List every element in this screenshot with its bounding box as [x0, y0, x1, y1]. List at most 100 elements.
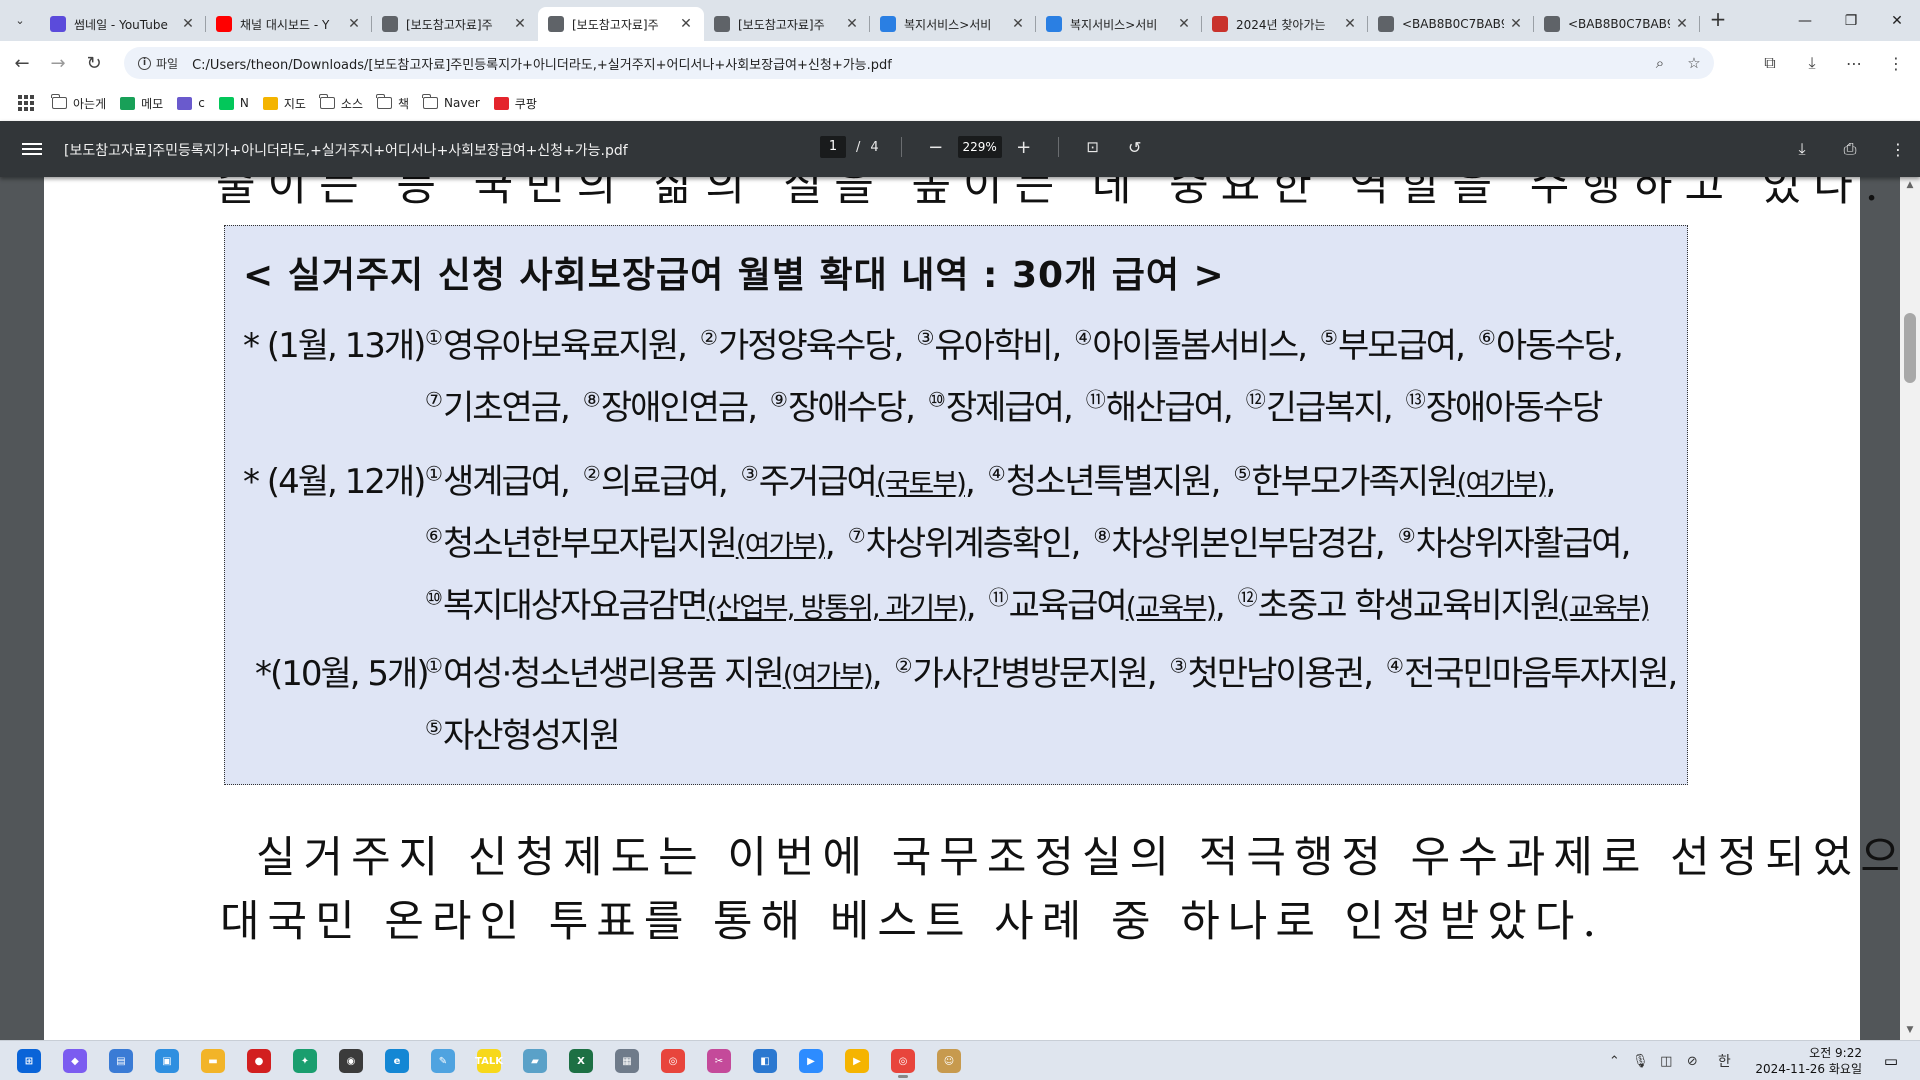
taskbar-app[interactable]: ✦ [282, 1043, 328, 1079]
site-info-chip[interactable]: i 파일 [130, 51, 186, 75]
tab-search-icon[interactable]: ⌄ [8, 8, 32, 32]
taskbar-app[interactable]: ◎ [880, 1043, 926, 1079]
bookmark-item[interactable]: N [218, 90, 249, 116]
bookmark-item[interactable]: 소스 [319, 90, 363, 116]
restore-icon[interactable]: ❐ [1828, 0, 1874, 41]
taskbar-app[interactable]: ▤ [98, 1043, 144, 1079]
mute-icon[interactable]: ⊘ [1681, 1050, 1703, 1072]
item-number: ① [425, 461, 443, 486]
pdf-print-icon[interactable]: ⎙ [1838, 137, 1862, 161]
taskbar-app[interactable]: TALK [466, 1043, 512, 1079]
bookmark-item[interactable]: 쿠팡 [493, 90, 537, 116]
taskbar-app[interactable]: ◎ [650, 1043, 696, 1079]
chrome-menu-icon[interactable]: ⋮ [1882, 49, 1910, 77]
app-tray-icon[interactable]: ◫ [1655, 1050, 1677, 1072]
taskbar-app[interactable]: ✂ [696, 1043, 742, 1079]
browser-tab[interactable]: 2024년 찾아가는 ✕ [1202, 7, 1368, 41]
browser-tab[interactable]: 채널 대시보드 - Y ✕ [206, 7, 372, 41]
taskbar-app[interactable]: ▶ [834, 1043, 880, 1079]
clock[interactable]: 오전 9:22 2024-11-26 화요일 [1755, 1045, 1862, 1077]
taskbar-app[interactable]: ● [236, 1043, 282, 1079]
tab-close-icon[interactable]: ✕ [1342, 16, 1358, 32]
browser-tab[interactable]: 썸네일 - YouTube ✕ [40, 7, 206, 41]
pdf-more-icon[interactable]: ⋮ [1886, 137, 1910, 161]
benefit-item: ⑩장제급여, [928, 388, 1074, 428]
bookmark-item[interactable]: 지도 [262, 90, 306, 116]
close-window-icon[interactable]: ✕ [1874, 0, 1920, 41]
bookmark-star-icon[interactable]: ☆ [1682, 51, 1706, 75]
tab-close-icon[interactable]: ✕ [180, 16, 196, 32]
profile-icon[interactable]: ⋯ [1840, 49, 1868, 77]
apps-grid-icon[interactable] [18, 95, 34, 111]
bookmark-item[interactable]: 메모 [120, 90, 163, 116]
bookmark-item[interactable]: c [177, 90, 205, 116]
taskbar-app[interactable]: ✎ [420, 1043, 466, 1079]
tab-close-icon[interactable]: ✕ [1010, 16, 1026, 32]
bookmark-item[interactable]: 아는게 [51, 90, 106, 116]
taskbar-app[interactable]: ▦ [604, 1043, 650, 1079]
zoom-in-icon[interactable]: + [1012, 135, 1036, 159]
address-bar[interactable]: i 파일 C:/Users/theon/Downloads/[보도참고자료]주민… [124, 47, 1714, 79]
taskbar-app[interactable]: ◆ [52, 1043, 98, 1079]
april-label: * (4월, 12개) [243, 462, 426, 502]
pdf-scrollbar[interactable]: ▲ ▼ [1900, 177, 1920, 1040]
tab-close-icon[interactable]: ✕ [1674, 16, 1690, 32]
benefit-item: ⑤부모급여, [1320, 326, 1466, 366]
taskbar-app[interactable]: X [558, 1043, 604, 1079]
taskbar-app[interactable]: ◉ [328, 1043, 374, 1079]
fit-to-page-icon[interactable]: ⊡ [1081, 135, 1105, 159]
browser-tab[interactable]: [보도참고자료]주 ✕ [372, 7, 538, 41]
scroll-down-icon[interactable]: ▼ [1904, 1025, 1916, 1037]
page-number-input[interactable]: 1 [820, 136, 846, 158]
zoom-magnifier-icon[interactable]: ⌕ [1648, 51, 1672, 75]
scroll-up-icon[interactable]: ▲ [1904, 180, 1916, 192]
minimize-icon[interactable]: — [1782, 0, 1828, 41]
pdf-viewport[interactable]: 줄이는 등 국민의 삶의 질을 높이는 데 중요한 역할을 수행하고 있다. <… [0, 177, 1920, 1040]
tab-close-icon[interactable]: ✕ [512, 16, 528, 32]
url-text[interactable]: C:/Users/theon/Downloads/[보도참고자료]주민등록지가+… [192, 54, 892, 73]
taskbar-app[interactable]: ▣ [144, 1043, 190, 1079]
scrollbar-thumb[interactable] [1904, 313, 1916, 383]
browser-tab[interactable]: [보도참고자료]주 ✕ [538, 7, 704, 41]
january-label: * (1월, 13개) [243, 326, 426, 366]
tab-close-icon[interactable]: ✕ [346, 16, 362, 32]
taskbar-app[interactable]: ▰ [512, 1043, 558, 1079]
tab-title: 복지서비스>서비 [904, 17, 992, 32]
download-icon[interactable]: ⤓ [1798, 49, 1826, 77]
browser-tab[interactable]: 복지서비스>서비 ✕ [870, 7, 1036, 41]
taskbar-app[interactable]: e [374, 1043, 420, 1079]
browser-tab[interactable]: 복지서비스>서비 ✕ [1036, 7, 1202, 41]
bookmark-item[interactable]: Naver [422, 90, 480, 116]
zoom-level-input[interactable]: 229% [957, 136, 1002, 158]
tray-overflow-icon[interactable]: ⌃ [1603, 1050, 1625, 1072]
reload-icon[interactable]: ↻ [80, 49, 108, 77]
zoom-out-icon[interactable]: − [924, 135, 948, 159]
bookmark-item[interactable]: 책 [376, 90, 409, 116]
taskbar-app[interactable]: ▶ [788, 1043, 834, 1079]
forward-icon[interactable]: → [44, 49, 72, 77]
tab-list: 썸네일 - YouTube ✕ 채널 대시보드 - Y ✕ [보도참고자료]주 ✕ [보도참… [40, 4, 1700, 41]
item-name: 한부모가족지원 [1251, 462, 1458, 502]
taskbar-app[interactable]: ▬ [190, 1043, 236, 1079]
browser-tab[interactable]: [보도참고자료]주 ✕ [704, 7, 870, 41]
tab-close-icon[interactable]: ✕ [1508, 16, 1524, 32]
extensions-icon[interactable]: ⧉ [1756, 49, 1784, 77]
pdf-download-icon[interactable]: ⤓ [1790, 137, 1814, 161]
tab-close-icon[interactable]: ✕ [844, 16, 860, 32]
taskbar-app[interactable]: ⊞ [6, 1043, 52, 1079]
taskbar-app[interactable]: ◧ [742, 1043, 788, 1079]
windows-start-icon: ⊞ [17, 1049, 41, 1073]
rotate-icon[interactable]: ↺ [1123, 135, 1147, 159]
microphone-icon[interactable]: 🎙 [1629, 1050, 1651, 1072]
benefit-item: ②가사간병방문지원, [895, 654, 1158, 694]
back-icon[interactable]: ← [8, 49, 36, 77]
taskbar-app[interactable]: ☺ [926, 1043, 972, 1079]
pdf-sidebar-menu-icon[interactable] [20, 137, 44, 161]
browser-tab[interactable]: <BAB8B0C7BAB9 ✕ [1534, 7, 1700, 41]
tab-close-icon[interactable]: ✕ [678, 16, 694, 32]
tab-close-icon[interactable]: ✕ [1176, 16, 1192, 32]
browser-tab[interactable]: <BAB8B0C7BAB9 ✕ [1368, 7, 1534, 41]
new-tab-button[interactable]: + [1704, 8, 1732, 32]
notification-icon[interactable]: ▭ [1876, 1046, 1906, 1076]
ime-indicator[interactable]: 한 [1713, 1050, 1735, 1072]
